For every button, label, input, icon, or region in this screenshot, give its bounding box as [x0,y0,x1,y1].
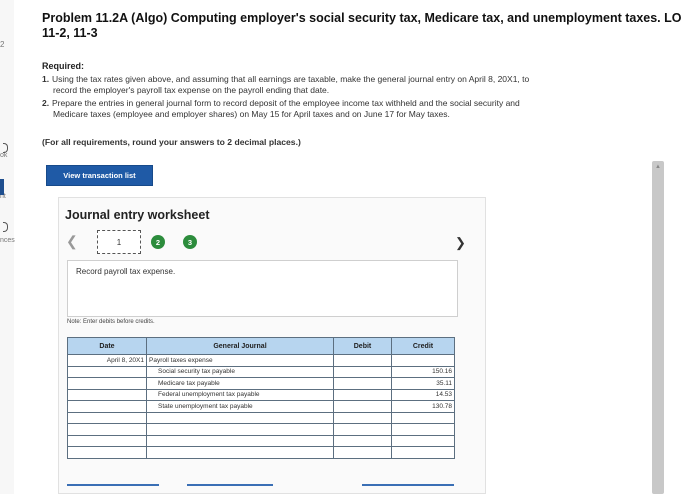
debit-cell[interactable] [333,411,392,424]
table-row [67,423,455,436]
account-cell[interactable] [146,423,334,436]
table-row: Federal unemployment tax payable 14.53 [67,388,455,401]
requirement-1-number: 1. [42,74,50,84]
table-row: Medicare tax payable 35.11 [67,377,455,390]
requirement-1-line1: Using the tax rates given above, and ass… [52,74,530,84]
requirement-2-number: 2. [42,98,50,108]
problem-title: Problem 11.2A (Algo) Computing employer'… [42,11,682,40]
account-cell[interactable]: Social security tax payable [146,365,334,378]
instruction-text: Record payroll tax expense. [76,267,176,276]
scrollbar[interactable] [652,161,664,494]
credit-cell[interactable]: 14.53 [391,388,455,401]
worksheet-page-3[interactable]: 3 [183,235,197,249]
date-cell[interactable] [67,400,147,413]
worksheet-title: Journal entry worksheet [65,208,210,222]
credit-cell[interactable] [391,446,455,459]
rail-label-ences: nces [0,237,15,244]
next-arrow-icon[interactable]: ❯ [455,235,466,251]
worksheet-page-2[interactable]: 2 [151,235,165,249]
date-cell[interactable] [67,377,147,390]
account-cell[interactable]: Payroll taxes expense [146,354,334,367]
general-journal-table: Date General Journal Debit Credit April … [67,337,455,459]
previous-arrow-icon[interactable]: ❮ [66,233,78,250]
date-cell[interactable]: April 8, 20X1 [67,354,147,367]
table-row: April 8, 20X1 Payroll taxes expense [67,354,455,367]
table-row: Social security tax payable 150.16 [67,365,455,378]
debit-cell[interactable] [333,400,392,413]
clear-entry-button-edge[interactable] [187,484,273,486]
view-transaction-list-button[interactable]: View transaction list [46,165,153,186]
date-cell[interactable] [67,411,147,424]
requirement-1-line2: record the employer's payroll tax expens… [53,85,330,95]
view-general-journal-button-edge[interactable] [362,484,454,486]
credit-cell[interactable] [391,434,455,447]
date-cell[interactable] [67,365,147,378]
rail-active-indicator [0,179,4,195]
debit-cell[interactable] [333,423,392,436]
requirement-2-line2: Medicare taxes (employee and employer sh… [53,109,450,119]
table-row [67,434,455,447]
debit-cell[interactable] [333,434,392,447]
account-cell[interactable] [146,411,334,424]
rail-label-ok: ok [0,152,8,159]
debit-cell[interactable] [333,388,392,401]
credit-cell[interactable]: 130.78 [391,400,455,413]
required-heading: Required: [42,61,85,71]
credit-cell[interactable] [391,354,455,367]
credit-cell[interactable]: 35.11 [391,377,455,390]
account-cell[interactable]: State unemployment tax payable [146,400,334,413]
credit-cell[interactable]: 150.16 [391,365,455,378]
table-row [67,411,455,424]
general-journal-column-header: General Journal [146,337,334,355]
table-row: State unemployment tax payable 130.78 [67,400,455,413]
left-rail: 2 ok nt nces [0,0,15,494]
requirement-1: 1. Using the tax rates given above, and a… [42,74,662,96]
table-row [67,446,455,459]
worksheet-page-1[interactable]: 1 [97,230,141,254]
date-cell[interactable] [67,388,147,401]
account-cell[interactable] [146,446,334,459]
date-cell[interactable] [67,446,147,459]
scroll-up-icon[interactable]: ▲ [652,163,664,171]
date-cell[interactable] [67,423,147,436]
credit-cell[interactable] [391,411,455,424]
account-cell[interactable]: Federal unemployment tax payable [146,388,334,401]
debit-cell[interactable] [333,377,392,390]
rounding-note: (For all requirements, round your answer… [42,137,301,147]
debit-cell[interactable] [333,446,392,459]
debit-cell[interactable] [333,354,392,367]
debit-column-header: Debit [333,337,392,355]
credit-column-header: Credit [391,337,455,355]
account-cell[interactable] [146,434,334,447]
date-column-header: Date [67,337,147,355]
account-cell[interactable]: Medicare tax payable [146,377,334,390]
debit-credit-note: Note: Enter debits before credits. [67,319,155,325]
credit-cell[interactable] [391,423,455,436]
debit-cell[interactable] [333,365,392,378]
requirement-2: 2. Prepare the entries in general journal… [42,98,662,120]
requirement-2-line1: Prepare the entries in general journal f… [52,98,520,108]
question-number: 2 [0,40,5,49]
date-cell[interactable] [67,434,147,447]
record-entry-button-edge[interactable] [67,484,159,486]
